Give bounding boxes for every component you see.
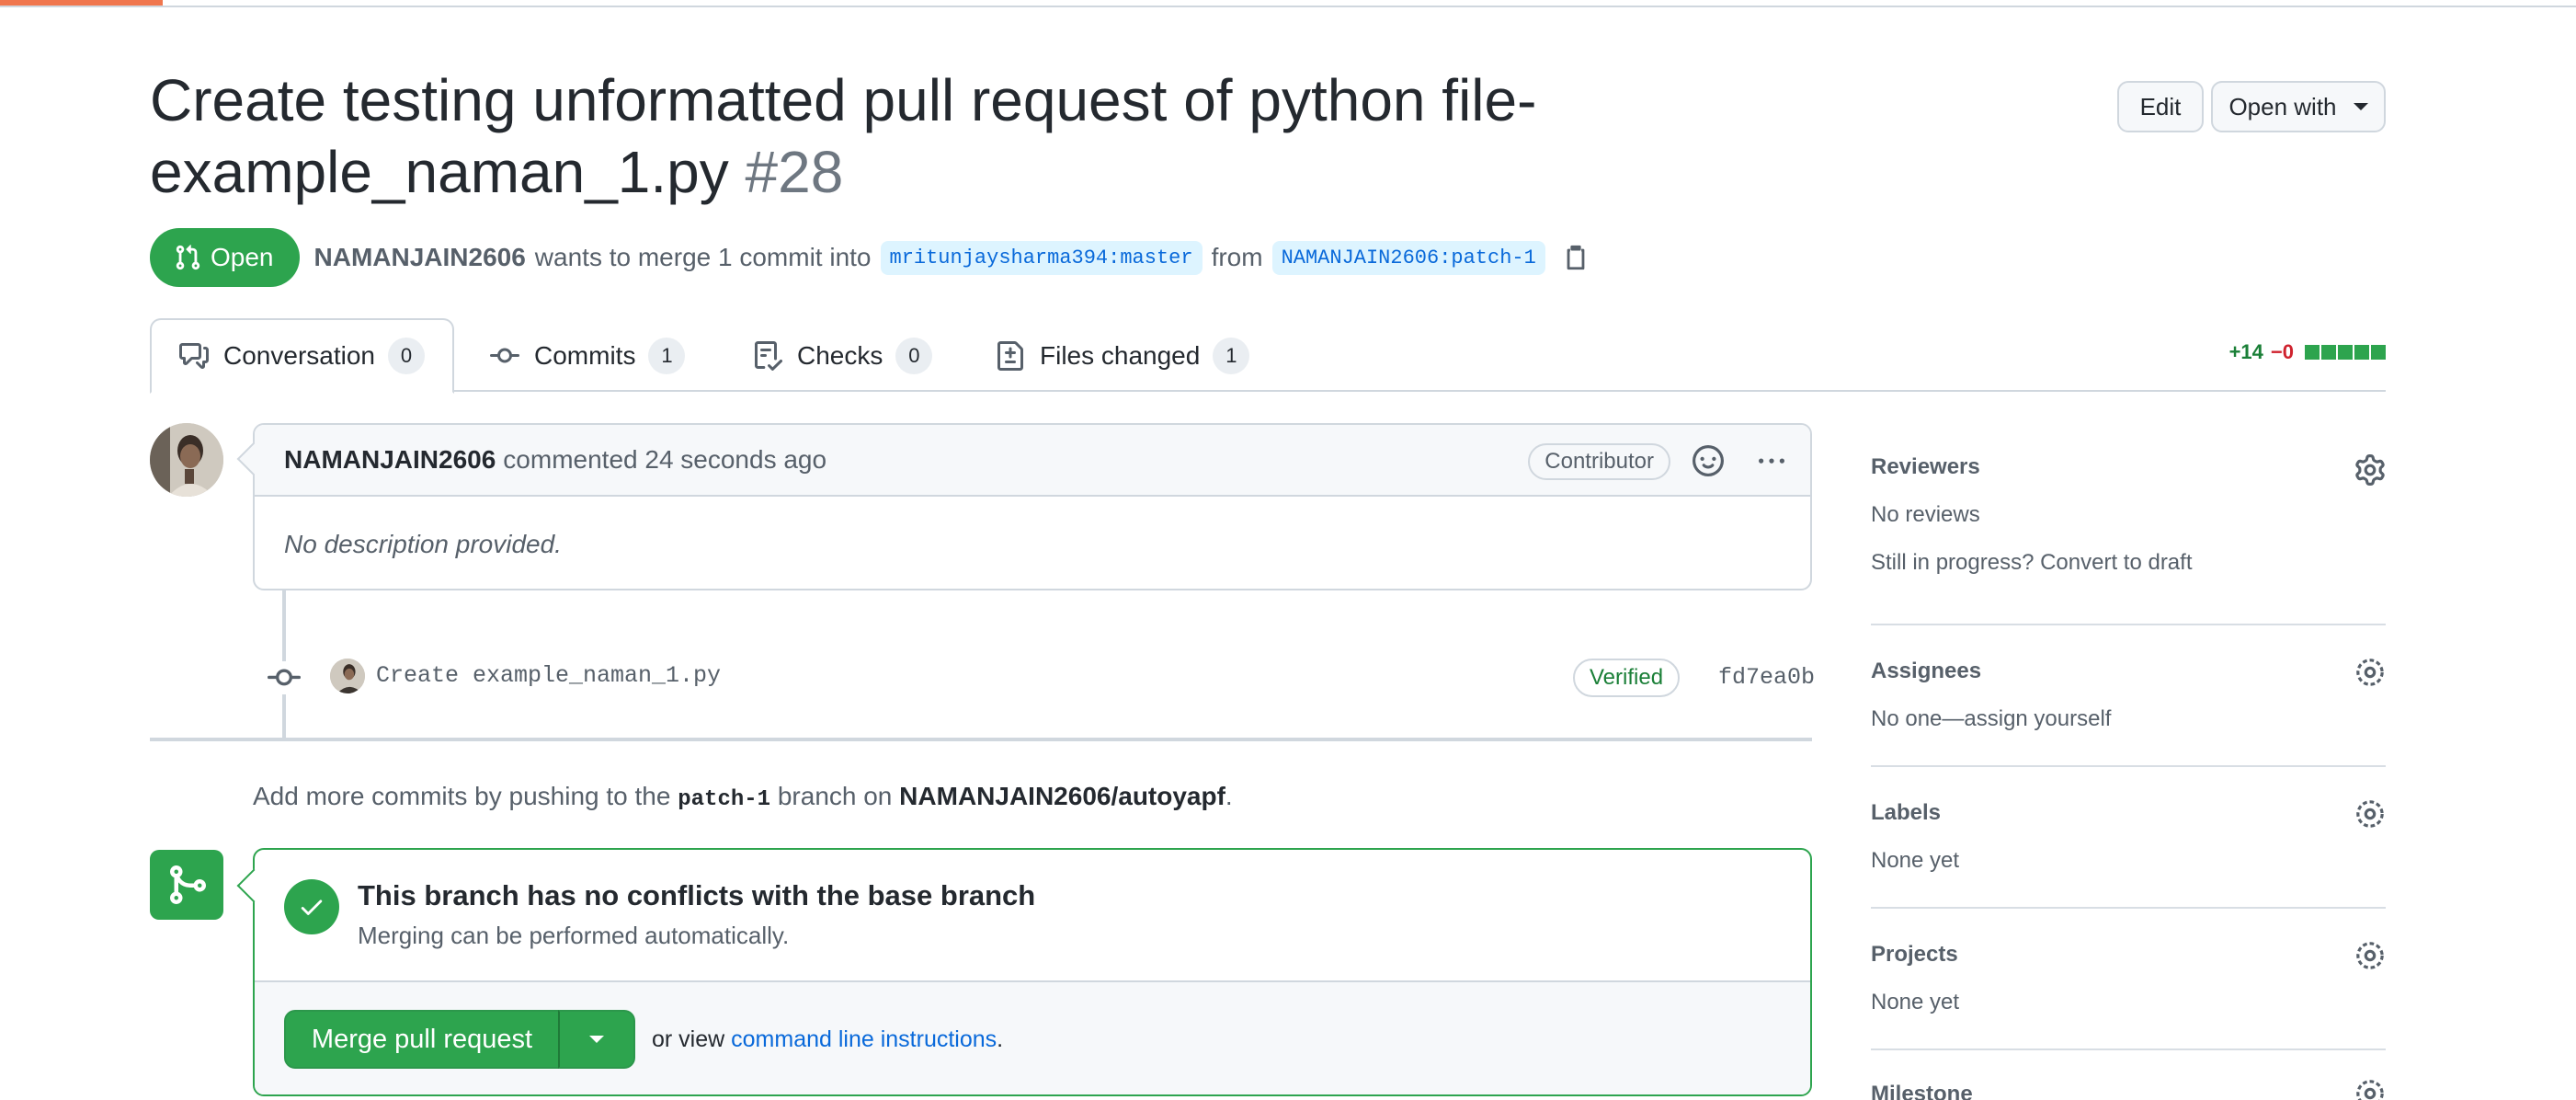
gear-icon[interactable] bbox=[2354, 798, 2386, 834]
commit-message-link[interactable]: Create example_naman_1.py bbox=[376, 662, 721, 689]
comment-timestamp[interactable]: commented 24 seconds ago bbox=[503, 445, 826, 475]
diffstat-block bbox=[2371, 345, 2386, 360]
command-line-instructions-link[interactable]: command line instructions bbox=[731, 1026, 997, 1052]
pr-author-link[interactable]: NAMANJAIN2606 bbox=[314, 243, 526, 272]
diffstat-block bbox=[2321, 345, 2336, 360]
pr-meta: Open NAMANJAIN2606 wants to merge 1 comm… bbox=[150, 228, 1590, 287]
page-title: Create testing unformatted pull request … bbox=[150, 64, 1584, 208]
gear-icon[interactable] bbox=[2354, 940, 2386, 976]
pr-description-comment: NAMANJAIN2606 commented 24 seconds ago C… bbox=[253, 423, 1812, 590]
comment-discussion-icon bbox=[179, 343, 209, 369]
sidebar-labels-title[interactable]: Labels bbox=[1871, 800, 1941, 826]
sidebar-assignees: Assignees No one—assign yourself bbox=[1871, 625, 2386, 767]
chevron-down-icon bbox=[589, 1036, 604, 1043]
open-with-label: Open with bbox=[2228, 92, 2337, 120]
sidebar-reviewers-value: No reviews bbox=[1871, 502, 1980, 527]
kebab-horizontal-icon[interactable] bbox=[1755, 449, 1788, 481]
tab-commits-count: 1 bbox=[648, 338, 686, 374]
tab-checks[interactable]: Checks 0 bbox=[753, 318, 933, 394]
timeline-divider bbox=[150, 738, 1812, 741]
commit-icon bbox=[268, 661, 301, 694]
comment-author-link[interactable]: NAMANJAIN2606 bbox=[284, 445, 496, 475]
merge-status-subtitle: Merging can be performed automatically. bbox=[358, 922, 790, 949]
sidebar-assignees-title[interactable]: Assignees bbox=[1871, 659, 1981, 684]
diffstat-deletions: −0 bbox=[2270, 340, 2294, 363]
tab-files-changed-count: 1 bbox=[1213, 338, 1250, 374]
gear-icon[interactable] bbox=[2354, 1078, 2386, 1100]
hint-period: . bbox=[997, 1026, 1004, 1052]
merge-pull-request-button[interactable]: Merge pull request bbox=[284, 1010, 560, 1069]
tab-files-changed-label: Files changed bbox=[1040, 341, 1201, 370]
diffstat: +14 −0 bbox=[2229, 340, 2386, 364]
command-line-hint: or view command line instructions. bbox=[652, 1026, 1003, 1053]
pr-tabs: Conversation 0 Commits 1 Checks 0 Files … bbox=[150, 318, 2386, 394]
merge-actions: Merge pull request or view command line … bbox=[255, 980, 1810, 1094]
tab-commits[interactable]: Commits 1 bbox=[490, 318, 686, 394]
comment-body: No description provided. bbox=[284, 530, 562, 558]
sidebar-projects-value: None yet bbox=[1871, 990, 1960, 1014]
add-more-middle: branch on bbox=[777, 782, 893, 810]
avatar[interactable] bbox=[330, 659, 365, 693]
check-circle-icon bbox=[284, 879, 339, 934]
tab-checks-label: Checks bbox=[797, 341, 883, 370]
add-more-prefix: Add more commits by pushing to the bbox=[253, 782, 671, 810]
edit-button[interactable]: Edit bbox=[2117, 81, 2204, 132]
tab-conversation[interactable]: Conversation 0 bbox=[150, 318, 454, 394]
sidebar-projects: Projects None yet bbox=[1871, 909, 2386, 1050]
diffstat-additions: +14 bbox=[2228, 340, 2263, 363]
merge-description: wants to merge 1 commit into bbox=[534, 243, 872, 271]
chevron-down-icon bbox=[2353, 103, 2368, 110]
status-badge: Open bbox=[150, 228, 300, 287]
sidebar-reviewers: Reviewers No reviews Still in progress? … bbox=[1871, 423, 2386, 625]
convert-to-draft-link[interactable]: Still in progress? Convert to draft bbox=[1871, 550, 2193, 576]
diffstat-block bbox=[2305, 345, 2320, 360]
checklist-icon bbox=[755, 341, 782, 371]
head-branch-label[interactable]: NAMANJAIN2606:patch-1 bbox=[1271, 240, 1545, 275]
tab-files-changed[interactable]: Files changed 1 bbox=[996, 318, 1250, 394]
pull-request-icon bbox=[176, 245, 200, 270]
merge-button-label: Merge pull request bbox=[311, 1024, 533, 1054]
or-view-text: or view bbox=[652, 1026, 725, 1052]
edit-button-label: Edit bbox=[2139, 92, 2182, 120]
assign-yourself-link[interactable]: No one—assign yourself bbox=[1871, 706, 2111, 732]
base-branch-label[interactable]: mritunjaysharma394:master bbox=[880, 240, 1203, 275]
merge-method-dropdown[interactable] bbox=[558, 1010, 635, 1069]
gear-icon[interactable] bbox=[2354, 454, 2386, 490]
commit-icon bbox=[490, 348, 519, 363]
commit-sha-link[interactable]: fd7ea0b bbox=[1718, 664, 1815, 691]
gear-icon[interactable] bbox=[2354, 657, 2386, 693]
merge-box: This branch has no conflicts with the ba… bbox=[253, 848, 1812, 1096]
branch-name: patch-1 bbox=[678, 787, 771, 812]
smiley-icon[interactable] bbox=[1693, 445, 1724, 483]
page-load-progress-bar bbox=[0, 0, 163, 6]
diffstat-block bbox=[2354, 345, 2369, 360]
sidebar-reviewers-title[interactable]: Reviewers bbox=[1871, 454, 1980, 480]
contributor-badge: Contributor bbox=[1528, 443, 1670, 480]
from-text: from bbox=[1211, 243, 1263, 271]
tab-checks-count: 0 bbox=[895, 338, 933, 374]
pr-number: #28 bbox=[745, 139, 844, 205]
comment-header: NAMANJAIN2606 commented 24 seconds ago C… bbox=[255, 425, 1810, 497]
avatar[interactable] bbox=[150, 423, 223, 497]
status-badge-label: Open bbox=[211, 243, 274, 271]
merge-status-title: This branch has no conflicts with the ba… bbox=[358, 879, 1036, 911]
copy-icon[interactable] bbox=[1562, 244, 1590, 271]
repo-name: NAMANJAIN2606/autoyapf bbox=[899, 782, 1225, 810]
add-more-suffix: . bbox=[1225, 782, 1233, 810]
sidebar-labels: Labels None yet bbox=[1871, 767, 2386, 909]
pull-request-page: Create testing unformatted pull request … bbox=[150, 0, 2386, 1100]
verified-badge[interactable]: Verified bbox=[1573, 659, 1681, 697]
tab-conversation-count: 0 bbox=[387, 338, 425, 374]
sidebar-milestone-title[interactable]: Milestone bbox=[1871, 1082, 1973, 1100]
file-diff-icon bbox=[997, 341, 1023, 371]
sidebar-milestone: Milestone bbox=[1871, 1050, 2386, 1100]
sidebar-labels-value: None yet bbox=[1871, 848, 1960, 873]
git-merge-icon bbox=[150, 850, 223, 920]
tab-conversation-label: Conversation bbox=[223, 341, 375, 370]
sidebar-projects-title[interactable]: Projects bbox=[1871, 942, 1958, 968]
diffstat-block bbox=[2338, 345, 2353, 360]
open-with-button[interactable]: Open with bbox=[2211, 81, 2386, 132]
add-more-commits-hint: Add more commits by pushing to the patch… bbox=[253, 782, 1233, 812]
tab-commits-label: Commits bbox=[534, 341, 636, 370]
